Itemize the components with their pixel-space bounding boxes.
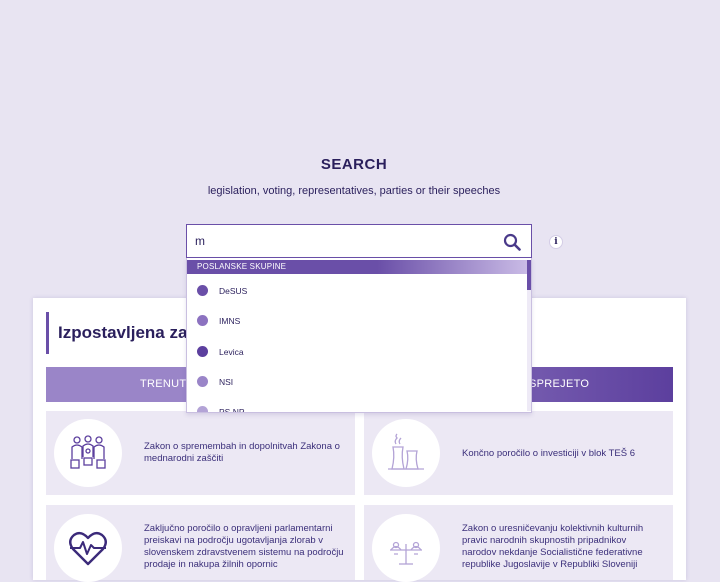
party-color-dot <box>197 346 208 357</box>
search-input[interactable] <box>195 232 495 250</box>
search-box[interactable] <box>186 224 532 258</box>
tile-text[interactable]: Zakon o uresničevanju kolektivnih kultur… <box>462 523 662 571</box>
party-color-dot <box>197 406 208 412</box>
legislation-tile[interactable]: Zakon o uresničevanju kolektivnih kultur… <box>364 505 673 582</box>
suggestion-label: IMNS <box>219 316 241 326</box>
dropdown-scrollbar[interactable] <box>527 260 531 411</box>
refugees-icon <box>70 435 106 469</box>
suggestion-label: DeSUS <box>219 286 248 296</box>
tile-icon-circle <box>54 419 122 487</box>
dropdown-group-header: POSLANSKE SKUPINE <box>187 260 531 274</box>
legislation-tile[interactable]: Zakon o spremembah in dopolnitvah Zakona… <box>46 411 355 495</box>
scales-icon <box>390 541 422 565</box>
suggestion-label: PS NP <box>219 407 245 413</box>
scrollbar-thumb[interactable] <box>527 260 531 290</box>
tile-icon-circle <box>372 419 440 487</box>
search-title: SEARCH <box>320 156 388 173</box>
power-plant-icon <box>388 433 424 470</box>
tile-icon-circle <box>372 514 440 582</box>
legislation-tile[interactable]: Zaključno poročilo o opravljeni parlamen… <box>46 505 355 582</box>
tile-text[interactable]: Končno poročilo o investiciji v blok TEŠ… <box>462 448 662 460</box>
tab-accepted[interactable]: SPREJETO <box>529 367 589 402</box>
party-color-dot <box>197 376 208 387</box>
search-suggestions-dropdown[interactable]: POSLANSKE SKUPINE DeSUS IMNS Levica NSI … <box>186 258 532 413</box>
suggestion-label: NSI <box>219 377 234 387</box>
tile-text[interactable]: Zaključno poročilo o opravljeni parlamen… <box>144 523 344 571</box>
search-subtitle: legislation, voting, representatives, pa… <box>207 185 501 197</box>
tile-icon-circle <box>54 514 122 582</box>
legislation-tile[interactable]: Končno poročilo o investiciji v blok TEŠ… <box>364 411 673 495</box>
info-icon[interactable]: i <box>549 235 563 249</box>
search-icon[interactable] <box>503 233 521 251</box>
tile-text[interactable]: Zakon o spremembah in dopolnitvah Zakona… <box>144 441 344 465</box>
party-color-dot <box>197 315 208 326</box>
party-color-dot <box>197 285 208 296</box>
suggestion-label: Levica <box>219 347 244 357</box>
heart-pulse-icon <box>69 531 107 566</box>
